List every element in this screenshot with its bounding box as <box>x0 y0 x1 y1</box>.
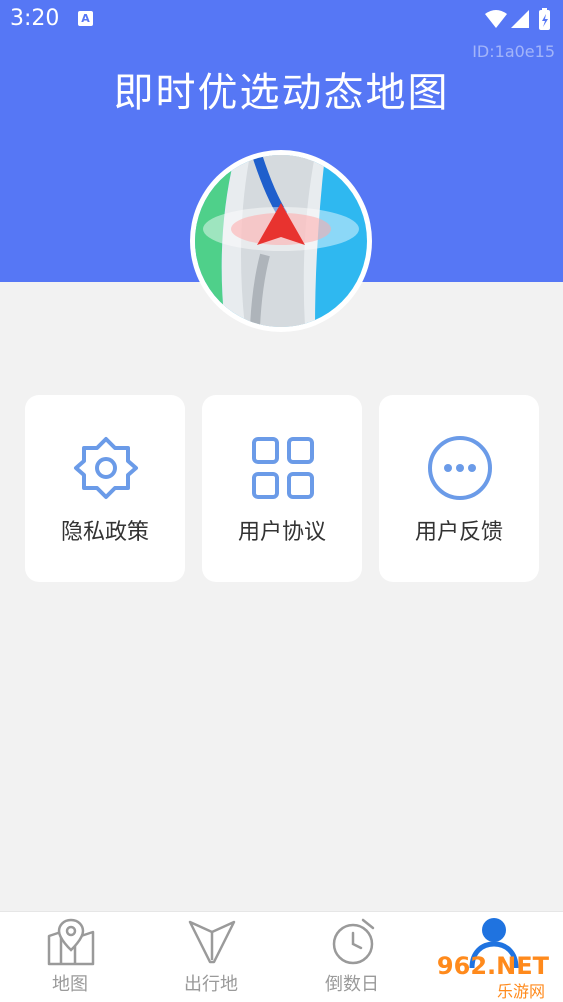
user-agreement-card[interactable]: 用户协议 <box>202 395 362 582</box>
id-label: ID:1a0e15 <box>472 42 555 61</box>
gear-icon <box>74 437 138 499</box>
app-logo <box>190 150 372 332</box>
status-time: 3:20 <box>10 6 60 31</box>
tab-label: 倒数日 <box>325 974 379 995</box>
status-bar: 3:20 A <box>0 0 563 40</box>
privacy-policy-card[interactable]: 隐私政策 <box>25 395 185 582</box>
tab-countdown[interactable]: 倒数日 <box>282 912 422 1002</box>
navigation-logo-icon <box>195 155 367 327</box>
watermark-subtext: 乐游网 <box>492 978 549 1002</box>
watermark-text: 962.NET <box>436 952 549 980</box>
card-label: 用户协议 <box>237 520 326 545</box>
card-label: 隐私政策 <box>60 520 149 545</box>
wifi-signal-battery-icon <box>485 8 550 30</box>
navigation-icon <box>188 920 236 964</box>
grid-icon <box>252 437 314 499</box>
feature-cards: 隐私政策 用户协议 用户反馈 <box>25 395 539 582</box>
more-dots-icon <box>428 436 492 500</box>
card-label: 用户反馈 <box>414 520 503 545</box>
user-feedback-card[interactable]: 用户反馈 <box>379 395 539 582</box>
watermark-logo: 962.NET 乐游网 <box>417 952 557 1002</box>
notification-icon: A <box>78 11 93 26</box>
map-pin-icon <box>47 918 95 966</box>
alarm-clock-icon <box>332 918 375 965</box>
tab-label: 出行地 <box>184 974 238 995</box>
page-title: 即时优选动态地图 <box>113 70 450 116</box>
tab-destination[interactable]: 出行地 <box>141 912 281 1002</box>
tab-map[interactable]: 地图 <box>0 912 140 1002</box>
status-icons <box>483 8 553 36</box>
tab-label: 地图 <box>52 974 88 995</box>
